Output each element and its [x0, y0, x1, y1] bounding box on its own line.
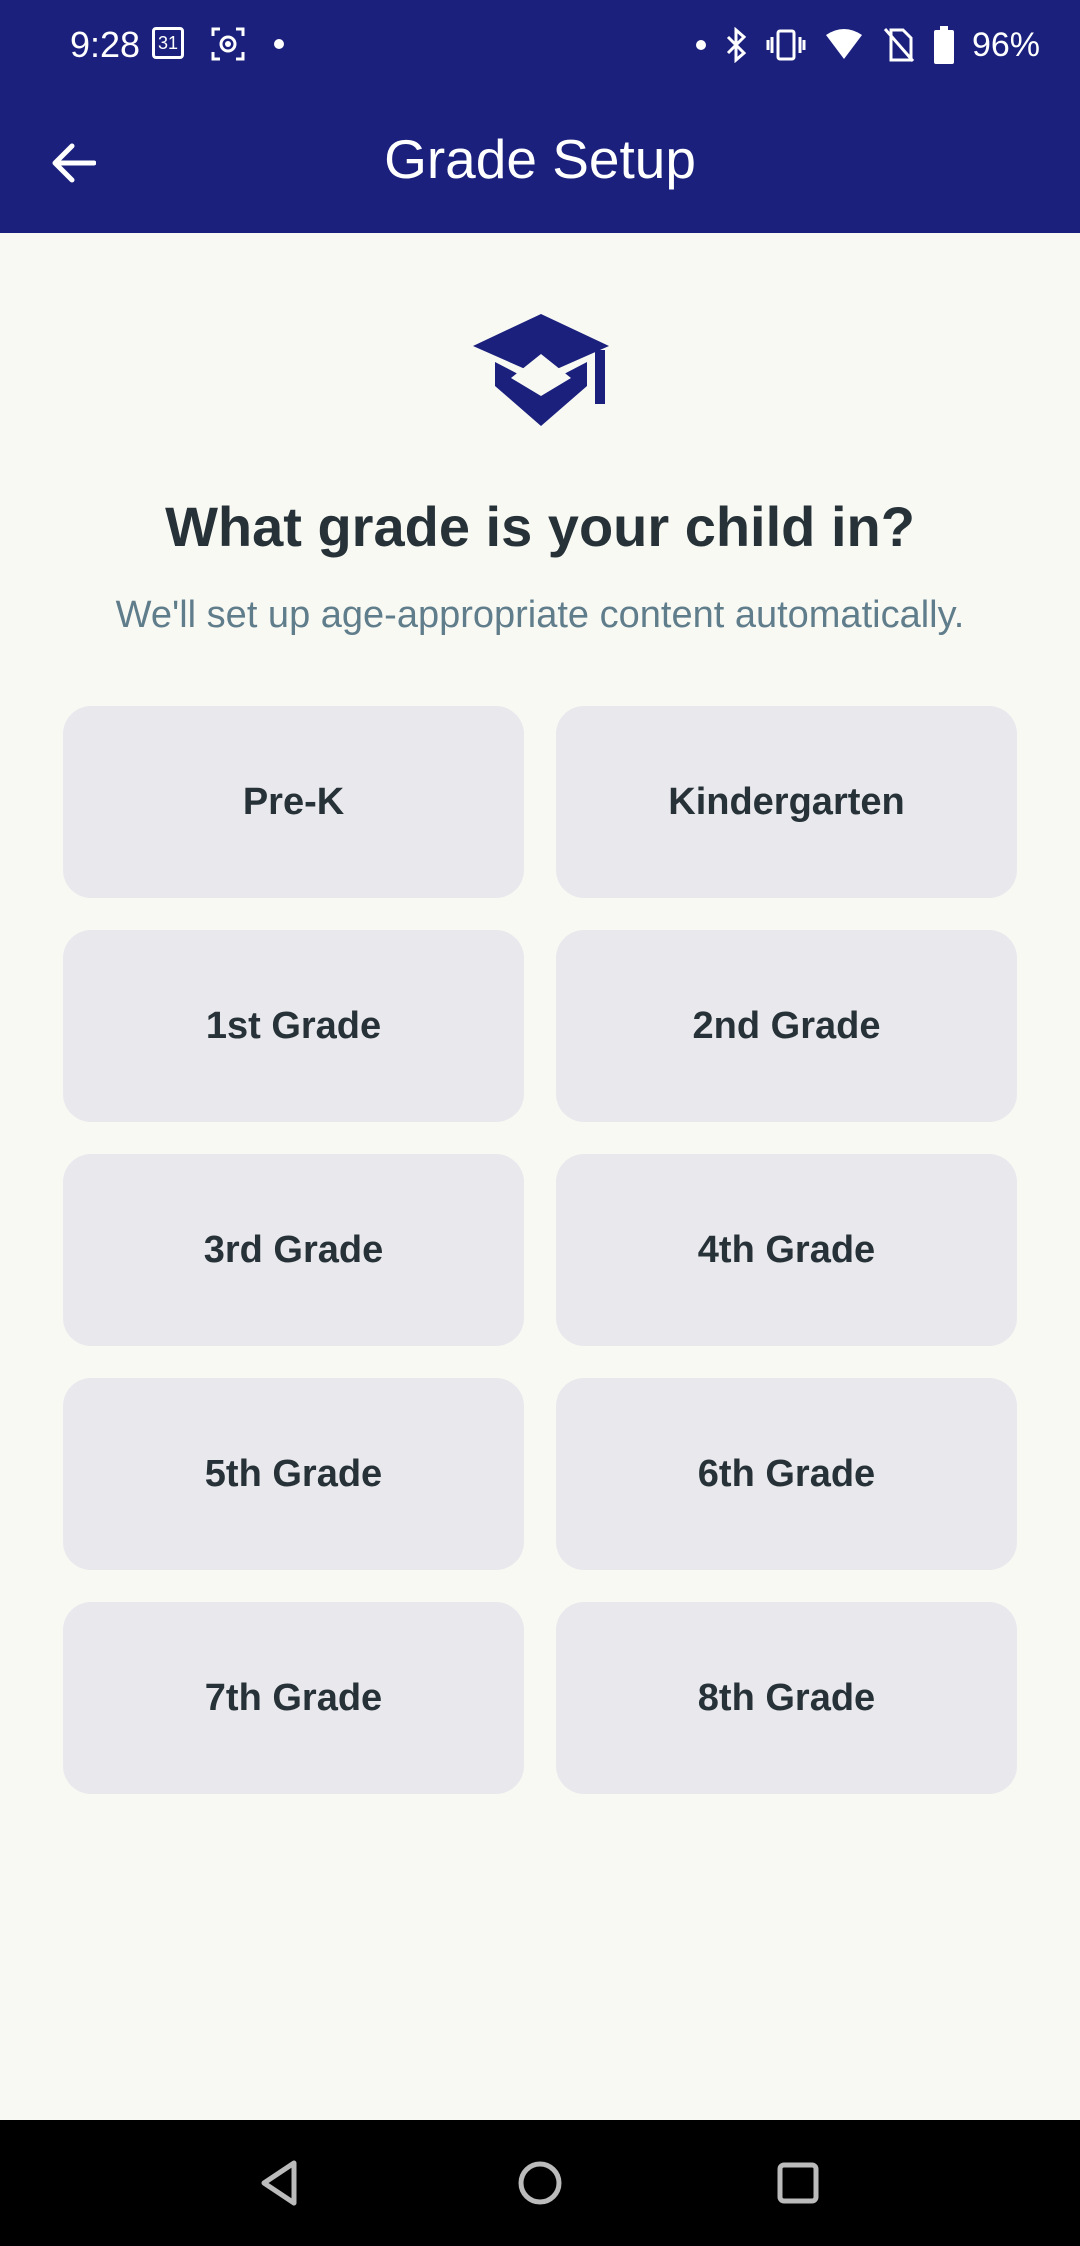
notification-dot-icon: [695, 40, 706, 50]
calendar-icon: 31: [152, 27, 184, 59]
status-time: 9:28: [70, 24, 141, 65]
wifi-icon: [825, 29, 862, 59]
grade-options-grid: Pre-K Kindergarten 1st Grade 2nd Grade 3…: [63, 706, 1017, 1794]
system-nav-bar: [0, 2120, 1080, 2246]
grade-option-kindergarten[interactable]: Kindergarten: [556, 706, 1017, 898]
battery-icon: [933, 26, 954, 64]
grade-option-4th[interactable]: 4th Grade: [556, 1154, 1017, 1346]
grade-option-7th[interactable]: 7th Grade: [63, 1602, 524, 1794]
bluetooth-icon: [726, 27, 747, 63]
nav-home-icon[interactable]: [510, 2153, 570, 2213]
battery-percent: 96%: [971, 25, 1040, 64]
vibrate-icon: [766, 29, 806, 61]
notification-dot-icon: [274, 39, 284, 49]
page-title: Grade Setup: [384, 128, 696, 190]
grade-subtitle: We'll set up age-appropriate content aut…: [115, 594, 965, 636]
grade-option-2nd[interactable]: 2nd Grade: [556, 930, 1017, 1122]
status-bar: 9:28 31 96%: [0, 0, 1080, 90]
grade-option-pre-k[interactable]: Pre-K: [63, 706, 524, 898]
status-icons: 96%: [695, 20, 1040, 70]
app-bar: 9:28 31 96% Grade Setup: [0, 0, 1080, 233]
nav-back-icon[interactable]: [250, 2153, 310, 2213]
grade-question: What grade is your child in?: [165, 495, 915, 558]
screenshot-icon: [211, 27, 245, 61]
grade-option-8th[interactable]: 8th Grade: [556, 1602, 1017, 1794]
grade-option-3rd[interactable]: 3rd Grade: [63, 1154, 524, 1346]
graduation-cap-icon: [473, 314, 609, 426]
grade-option-1st[interactable]: 1st Grade: [63, 930, 524, 1122]
nav-recents-icon[interactable]: [768, 2153, 828, 2213]
no-sim-icon: [883, 28, 915, 62]
grade-option-5th[interactable]: 5th Grade: [63, 1378, 524, 1570]
grade-option-6th[interactable]: 6th Grade: [556, 1378, 1017, 1570]
